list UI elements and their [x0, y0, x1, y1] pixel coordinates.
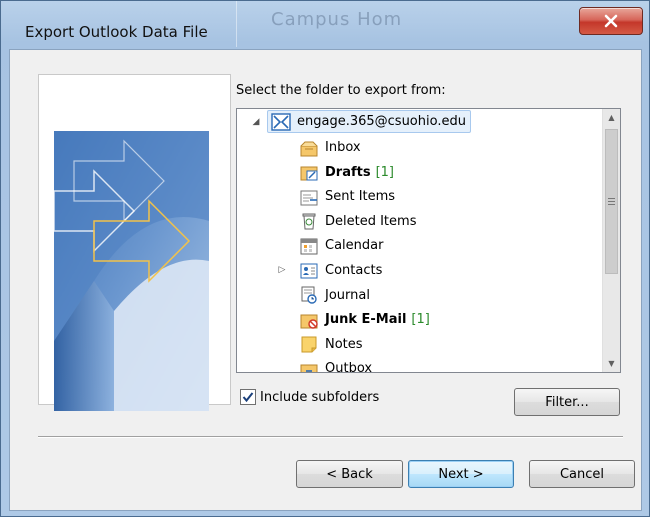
drafts-icon — [300, 166, 318, 181]
folder-label: Journal — [325, 287, 370, 303]
close-button[interactable] — [579, 7, 643, 35]
tree-scrollbar[interactable]: ▲ ▼ — [602, 109, 620, 372]
folder-label: Contacts — [325, 263, 383, 278]
account-mailbox-icon — [271, 112, 291, 131]
contacts-icon — [300, 263, 318, 278]
collapse-triangle-icon[interactable]: ◢ — [251, 117, 261, 127]
scroll-down-button[interactable]: ▼ — [603, 355, 620, 372]
outbox-icon — [300, 364, 318, 372]
folder-item[interactable]: Contacts — [299, 258, 382, 283]
inbox-icon — [300, 141, 318, 156]
folder-item[interactable]: Journal — [299, 283, 370, 308]
dialog-window: Campus Hom Export Outlook Data File Sele… — [0, 0, 650, 517]
button-separator — [38, 436, 623, 438]
unread-count: [1] — [375, 164, 395, 180]
export-arrows-graphic — [54, 131, 209, 411]
folder-tree-list: ◢ engage.365@csuohio.edu Inbox Drafts [1] S… — [237, 109, 602, 372]
notes-icon — [301, 336, 317, 353]
folder-label: Drafts — [325, 164, 371, 180]
folder-item[interactable]: Outbox — [299, 356, 373, 373]
deleted-items-icon — [302, 213, 316, 230]
checkmark-icon — [242, 392, 254, 403]
folder-item[interactable]: Deleted Items — [299, 209, 416, 234]
folder-label: Junk E-Mail — [325, 312, 407, 328]
account-label: engage.365@csuohio.edu — [297, 114, 466, 129]
background-divider — [236, 1, 237, 47]
tree-root-account[interactable]: engage.365@csuohio.edu — [267, 110, 471, 133]
unread-count: [1] — [411, 312, 430, 328]
folder-item[interactable]: Calendar — [299, 233, 383, 258]
next-button[interactable]: Next > — [408, 460, 514, 488]
sent-items-icon — [300, 190, 318, 206]
folder-tree[interactable]: ◢ engage.365@csuohio.edu Inbox Drafts [1] S… — [236, 108, 621, 373]
folder-label: Calendar — [325, 238, 384, 254]
folder-label: Sent Items — [325, 189, 396, 205]
close-icon — [604, 14, 618, 28]
cancel-button[interactable]: Cancel — [529, 460, 635, 488]
folder-item[interactable]: Sent Items — [299, 184, 395, 209]
expand-triangle-icon[interactable]: ▷ — [277, 265, 287, 275]
window-title: Export Outlook Data File — [25, 23, 208, 41]
folder-item[interactable]: Junk E-Mail [1] — [299, 307, 430, 332]
folder-label: Deleted Items — [325, 213, 417, 229]
scroll-thumb[interactable] — [605, 129, 618, 274]
scroll-up-button[interactable]: ▲ — [603, 109, 620, 126]
folder-item[interactable]: Inbox — [299, 135, 361, 160]
include-subfolders-label: Include subfolders — [260, 389, 380, 405]
include-subfolders-option[interactable]: Include subfolders — [240, 389, 379, 405]
include-subfolders-checkbox[interactable] — [240, 389, 256, 405]
junk-email-icon — [300, 314, 318, 329]
filter-button[interactable]: Filter... — [514, 388, 620, 416]
folder-label: Outbox — [325, 361, 373, 373]
wizard-side-panel — [38, 74, 231, 411]
folder-label: Inbox — [325, 140, 361, 155]
folder-item[interactable]: Drafts [1] — [299, 160, 394, 185]
folder-label: Notes — [325, 336, 363, 352]
journal-icon — [301, 286, 317, 304]
calendar-icon — [300, 238, 318, 255]
background-window-title: Campus Hom — [271, 9, 403, 30]
export-prompt: Select the folder to export from: — [236, 83, 446, 98]
dialog-body: Select the folder to export from: ◢ enga… — [9, 49, 642, 511]
folder-item[interactable]: Notes — [299, 332, 363, 357]
back-button[interactable]: < Back — [296, 460, 403, 488]
